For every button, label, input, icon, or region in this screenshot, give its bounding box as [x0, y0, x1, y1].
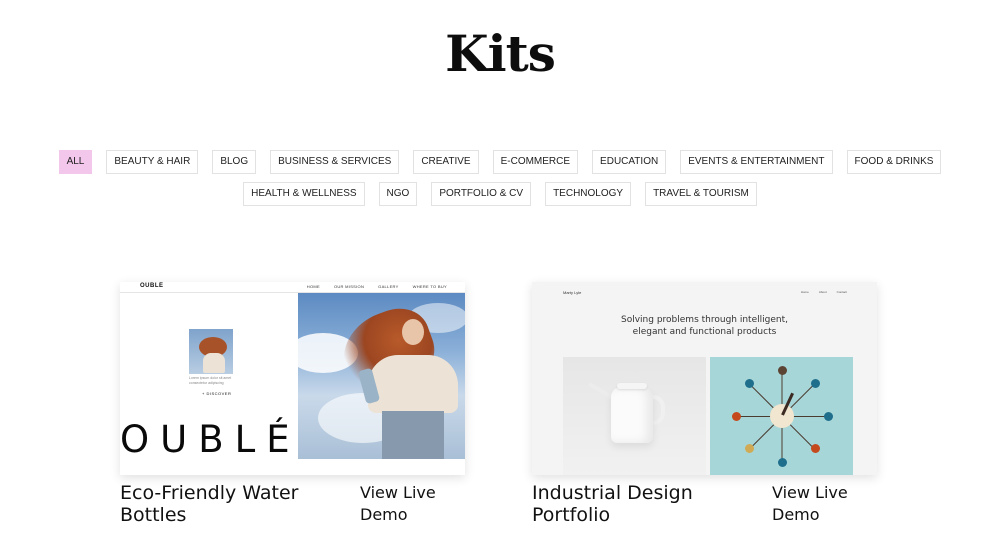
preview-caption: consectetur adipiscing — [189, 381, 224, 385]
filter-e-commerce[interactable]: E-COMMERCE — [492, 150, 579, 174]
filter-health-wellness[interactable]: HEALTH & WELLNESS — [243, 182, 365, 206]
preview-menu-item: OUR MISSION — [333, 284, 365, 289]
filter-food-drinks[interactable]: FOOD & DRINKS — [846, 150, 942, 174]
preview-nav: OUBLÉ HOME OUR MISSION GALLERY WHERE TO … — [120, 282, 465, 293]
preview-headline-line: elegant and functional products — [632, 327, 777, 337]
preview-logo: Marty Lyle — [563, 290, 582, 295]
preview-kettle-image — [563, 357, 706, 475]
preview-headline-line: Solving problems through intelligent, — [621, 315, 788, 325]
kit-title: Eco-Friendly Water Bottles — [120, 482, 299, 526]
kit-card-water-bottles: OUBLÉ HOME OUR MISSION GALLERY WHERE TO … — [120, 282, 465, 526]
preview-menu-item: HOME — [306, 284, 320, 289]
preview-caption: Lorem ipsum dolor sit amet — [189, 376, 232, 380]
preview-small-photo — [189, 329, 233, 374]
view-live-demo-link[interactable]: View Live Demo — [772, 482, 862, 526]
preview-headline: OUBLÉ — [120, 418, 301, 461]
filter-portfolio-cv[interactable]: PORTFOLIO & CV — [431, 182, 532, 206]
preview-menu-item: GALLERY — [378, 284, 399, 289]
preview-headline: Solving problems through intelligent, el… — [532, 314, 877, 338]
kit-title: Industrial Design Portfolio — [532, 482, 693, 526]
kit-preview-water-bottles[interactable]: OUBLÉ HOME OUR MISSION GALLERY WHERE TO … — [120, 282, 465, 475]
preview-logo: OUBLÉ — [140, 283, 164, 289]
filter-all[interactable]: ALL — [58, 150, 93, 174]
preview-menu: Home About Contact — [801, 290, 847, 294]
view-live-demo-link[interactable]: View Live Demo — [360, 482, 450, 526]
preview-menu: HOME OUR MISSION GALLERY WHERE TO BUY — [307, 284, 447, 289]
filter-business-services[interactable]: BUSINESS & SERVICES — [270, 150, 400, 174]
filter-education[interactable]: EDUCATION — [592, 150, 667, 174]
preview-menu-item: Contact — [836, 290, 847, 294]
filter-beauty-hair[interactable]: BEAUTY & HAIR — [106, 150, 199, 174]
filter-technology[interactable]: TECHNOLOGY — [545, 182, 632, 206]
preview-clock-image — [710, 357, 853, 475]
filter-blog[interactable]: BLOG — [212, 150, 257, 174]
filter-travel-tourism[interactable]: TRAVEL & TOURISM — [645, 182, 757, 206]
filter-events-entertainment[interactable]: EVENTS & ENTERTAINMENT — [680, 150, 833, 174]
filter-creative[interactable]: CREATIVE — [413, 150, 479, 174]
kit-card-industrial-design: Marty Lyle Home About Contact Solving pr… — [532, 282, 877, 526]
preview-menu-item: About — [818, 290, 827, 294]
preview-menu-item: WHERE TO BUY — [412, 284, 447, 289]
kit-preview-industrial-design[interactable]: Marty Lyle Home About Contact Solving pr… — [532, 282, 877, 475]
preview-menu-item: Home — [800, 290, 809, 294]
filter-ngo[interactable]: NGO — [378, 182, 418, 206]
page-title: Kits — [445, 24, 556, 83]
preview-hero-photo — [298, 293, 465, 459]
filter-row-2: HEALTH & WELLNESS NGO PORTFOLIO & CV TEC… — [0, 182, 1000, 206]
preview-discover-link: + DISCOVER — [202, 391, 232, 396]
filter-row-1: ALL BEAUTY & HAIR BLOG BUSINESS & SERVIC… — [0, 150, 1000, 174]
